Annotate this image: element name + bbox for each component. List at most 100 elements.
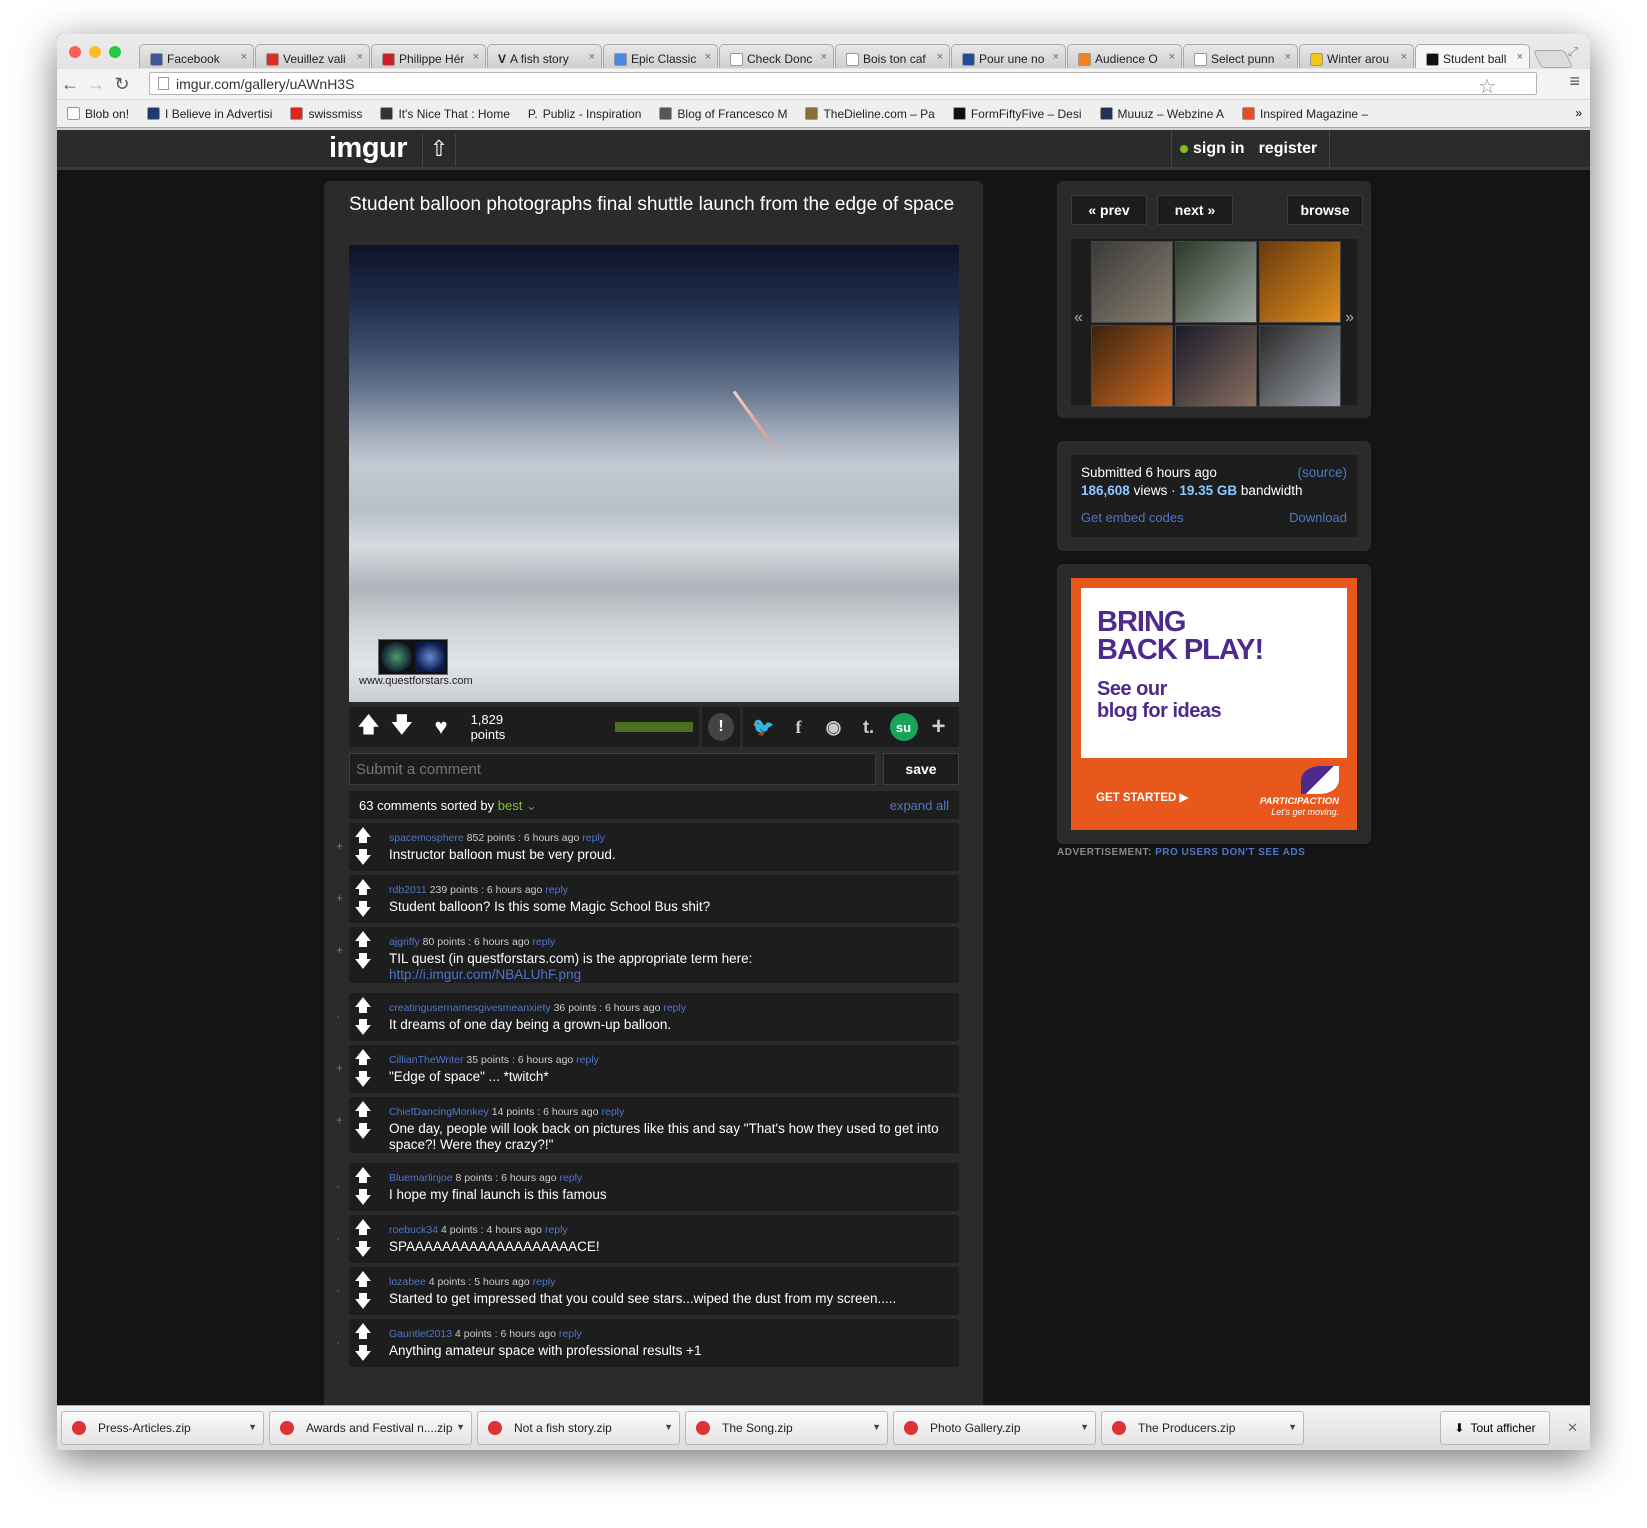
- facebook-icon[interactable]: f: [785, 713, 813, 741]
- upvote-icon[interactable]: 🡅: [354, 1101, 371, 1119]
- tab-1[interactable]: Veuillez vali ×: [255, 44, 370, 68]
- tab-close-icon[interactable]: ×: [473, 51, 479, 63]
- reply-link[interactable]: reply: [545, 1224, 568, 1236]
- reply-link[interactable]: reply: [582, 832, 605, 844]
- sign-in-link[interactable]: sign in: [1180, 140, 1245, 158]
- close-downloads-icon[interactable]: ✕: [1567, 1420, 1578, 1436]
- comment-link[interactable]: http://i.imgur.com/NBALUhF.png: [389, 967, 944, 983]
- downvote-icon[interactable]: 🡇: [354, 1241, 371, 1259]
- bookmark-item[interactable]: It's Nice That : Home: [380, 107, 510, 121]
- forward-button[interactable]: →: [83, 74, 109, 95]
- expand-comment-icon[interactable]: ·: [336, 1179, 340, 1193]
- download-menu-icon[interactable]: ▼: [456, 1422, 465, 1432]
- thumbs-next-icon[interactable]: »: [1345, 309, 1354, 327]
- download-menu-icon[interactable]: ▼: [664, 1422, 673, 1432]
- reply-link[interactable]: reply: [545, 884, 568, 896]
- zoom-window-button[interactable]: [109, 46, 121, 58]
- reply-link[interactable]: reply: [533, 1276, 556, 1288]
- pro-users-link[interactable]: PRO USERS DON'T SEE ADS: [1155, 847, 1305, 858]
- address-bar[interactable]: imgur.com/gallery/uAWnH3S ☆: [149, 72, 1537, 98]
- tab-close-icon[interactable]: ×: [705, 51, 711, 63]
- show-all-downloads-button[interactable]: ⬇ Tout afficher: [1440, 1411, 1550, 1445]
- fullscreen-icon[interactable]: ⤢: [1568, 44, 1578, 60]
- downvote-button[interactable]: 🡇: [388, 712, 415, 741]
- download-item[interactable]: The Producers.zip ▼: [1101, 1411, 1304, 1445]
- downvote-icon[interactable]: 🡇: [354, 1071, 371, 1089]
- comment-author[interactable]: ajgriffy: [389, 936, 420, 948]
- downvote-icon[interactable]: 🡇: [354, 1189, 371, 1207]
- upvote-icon[interactable]: 🡅: [354, 997, 371, 1015]
- bookmark-item[interactable]: Blog of Francesco M: [659, 107, 787, 121]
- thumb-dogs-photo[interactable]: [1175, 325, 1257, 407]
- download-menu-icon[interactable]: ▼: [1288, 1422, 1297, 1432]
- upvote-button[interactable]: 🡅: [355, 712, 382, 741]
- tab-7[interactable]: Pour une no ×: [951, 44, 1066, 68]
- bookmark-item[interactable]: I Believe in Advertisi: [147, 107, 272, 121]
- post-image[interactable]: www.questforstars.com: [349, 245, 959, 702]
- reload-button[interactable]: ↻: [109, 74, 135, 95]
- tab-2[interactable]: Philippe Hér ×: [371, 44, 486, 68]
- ad-cta[interactable]: GET STARTED ▶: [1096, 790, 1188, 804]
- comment-author[interactable]: Gauntlet2013: [389, 1328, 452, 1340]
- tab-11[interactable]: Student ball ×: [1415, 44, 1530, 68]
- thumb-man-horse[interactable]: [1091, 241, 1173, 323]
- tab-close-icon[interactable]: ×: [1517, 51, 1523, 63]
- downvote-icon[interactable]: 🡇: [354, 1123, 371, 1141]
- upload-icon[interactable]: ⇧: [422, 134, 456, 166]
- upvote-icon[interactable]: 🡅: [354, 1219, 371, 1237]
- upvote-icon[interactable]: 🡅: [354, 931, 371, 949]
- upvote-icon[interactable]: 🡅: [354, 1167, 371, 1185]
- comment-author[interactable]: roebuck34: [389, 1224, 438, 1236]
- favorite-heart-icon[interactable]: ♥: [427, 713, 454, 741]
- tab-close-icon[interactable]: ×: [1169, 51, 1175, 63]
- comment-author[interactable]: Bluemarlinjoe: [389, 1172, 453, 1184]
- tab-close-icon[interactable]: ×: [937, 51, 943, 63]
- imgur-logo[interactable]: imgur: [329, 132, 408, 165]
- stumbleupon-icon[interactable]: su: [889, 713, 918, 741]
- prev-button[interactable]: « prev: [1071, 195, 1147, 225]
- tab-0[interactable]: Facebook ×: [139, 44, 254, 68]
- reddit-icon[interactable]: ◉: [820, 713, 848, 741]
- tab-close-icon[interactable]: ×: [357, 51, 363, 63]
- upvote-icon[interactable]: 🡅: [354, 1049, 371, 1067]
- bookmarks-overflow-icon[interactable]: »: [1575, 106, 1582, 120]
- bookmark-item[interactable]: TheDieline.com – Pa: [805, 107, 935, 121]
- tab-close-icon[interactable]: ×: [1285, 51, 1291, 63]
- next-button[interactable]: next »: [1157, 195, 1233, 225]
- download-link[interactable]: Download: [1289, 510, 1347, 525]
- comment-author[interactable]: CillianTheWriter: [389, 1054, 464, 1066]
- downvote-icon[interactable]: 🡇: [354, 1019, 371, 1037]
- reply-link[interactable]: reply: [663, 1002, 686, 1014]
- upvote-icon[interactable]: 🡅: [354, 1271, 371, 1289]
- download-menu-icon[interactable]: ▼: [872, 1422, 881, 1432]
- bookmark-item[interactable]: Muuuz – Webzine A: [1099, 107, 1224, 121]
- save-comment-button[interactable]: save: [883, 753, 959, 785]
- expand-comment-icon[interactable]: +: [336, 943, 343, 957]
- expand-comment-icon[interactable]: +: [336, 1113, 343, 1127]
- download-item[interactable]: The Song.zip ▼: [685, 1411, 888, 1445]
- register-link[interactable]: register: [1259, 140, 1318, 158]
- thumb-can[interactable]: [1091, 325, 1173, 407]
- minimize-window-button[interactable]: [89, 46, 101, 58]
- source-link[interactable]: (source): [1297, 465, 1347, 480]
- tab-10[interactable]: Winter arou ×: [1299, 44, 1414, 68]
- report-icon[interactable]: !: [708, 713, 734, 741]
- more-share-icon[interactable]: +: [925, 713, 953, 741]
- tab-4[interactable]: Epic Classic ×: [603, 44, 718, 68]
- download-item[interactable]: Press-Articles.zip ▼: [61, 1411, 264, 1445]
- expand-comment-icon[interactable]: ·: [336, 1009, 340, 1023]
- back-button[interactable]: ←: [57, 74, 83, 95]
- close-window-button[interactable]: [69, 46, 81, 58]
- comment-author[interactable]: ChiefDancingMonkey: [389, 1106, 489, 1118]
- upvote-icon[interactable]: 🡅: [354, 879, 371, 897]
- download-item[interactable]: Photo Gallery.zip ▼: [893, 1411, 1096, 1445]
- thumb-skeleton-decoration[interactable]: [1259, 241, 1341, 323]
- expand-all-link[interactable]: expand all: [890, 798, 949, 813]
- download-menu-icon[interactable]: ▼: [1080, 1422, 1089, 1432]
- tab-close-icon[interactable]: ×: [589, 51, 595, 63]
- menu-icon[interactable]: ≡: [1569, 71, 1580, 92]
- bookmark-item[interactable]: Blob on!: [67, 107, 129, 121]
- twitter-icon[interactable]: 🐦: [750, 713, 778, 741]
- reply-link[interactable]: reply: [559, 1172, 582, 1184]
- tab-close-icon[interactable]: ×: [1401, 51, 1407, 63]
